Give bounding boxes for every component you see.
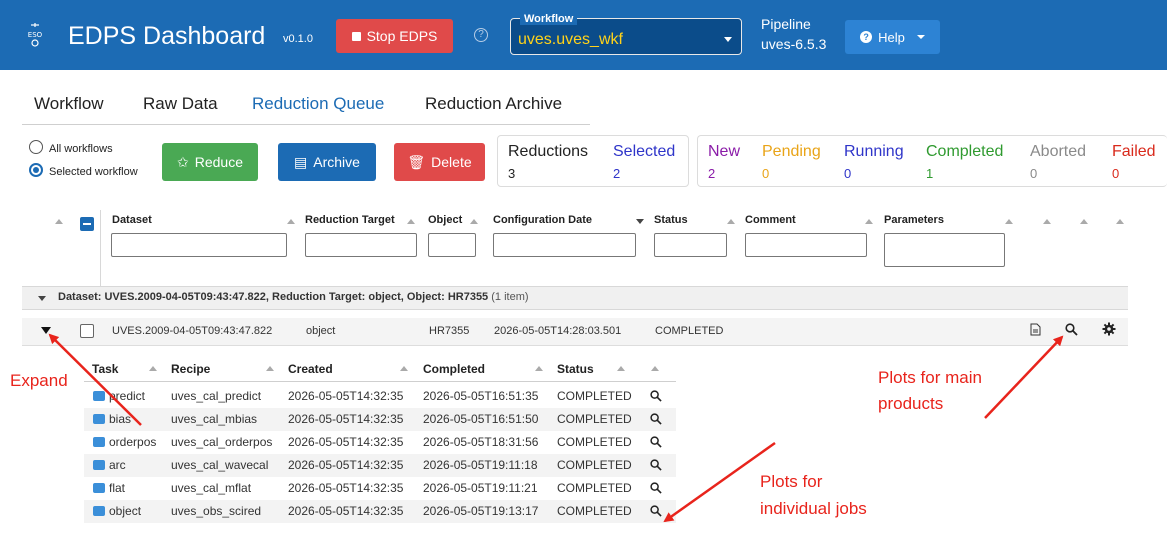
- job-plots-arrow: [663, 441, 776, 523]
- annotation-arrows: [48, 333, 1064, 523]
- main-plots-arrow: [984, 335, 1064, 419]
- expand-arrow: [48, 333, 142, 426]
